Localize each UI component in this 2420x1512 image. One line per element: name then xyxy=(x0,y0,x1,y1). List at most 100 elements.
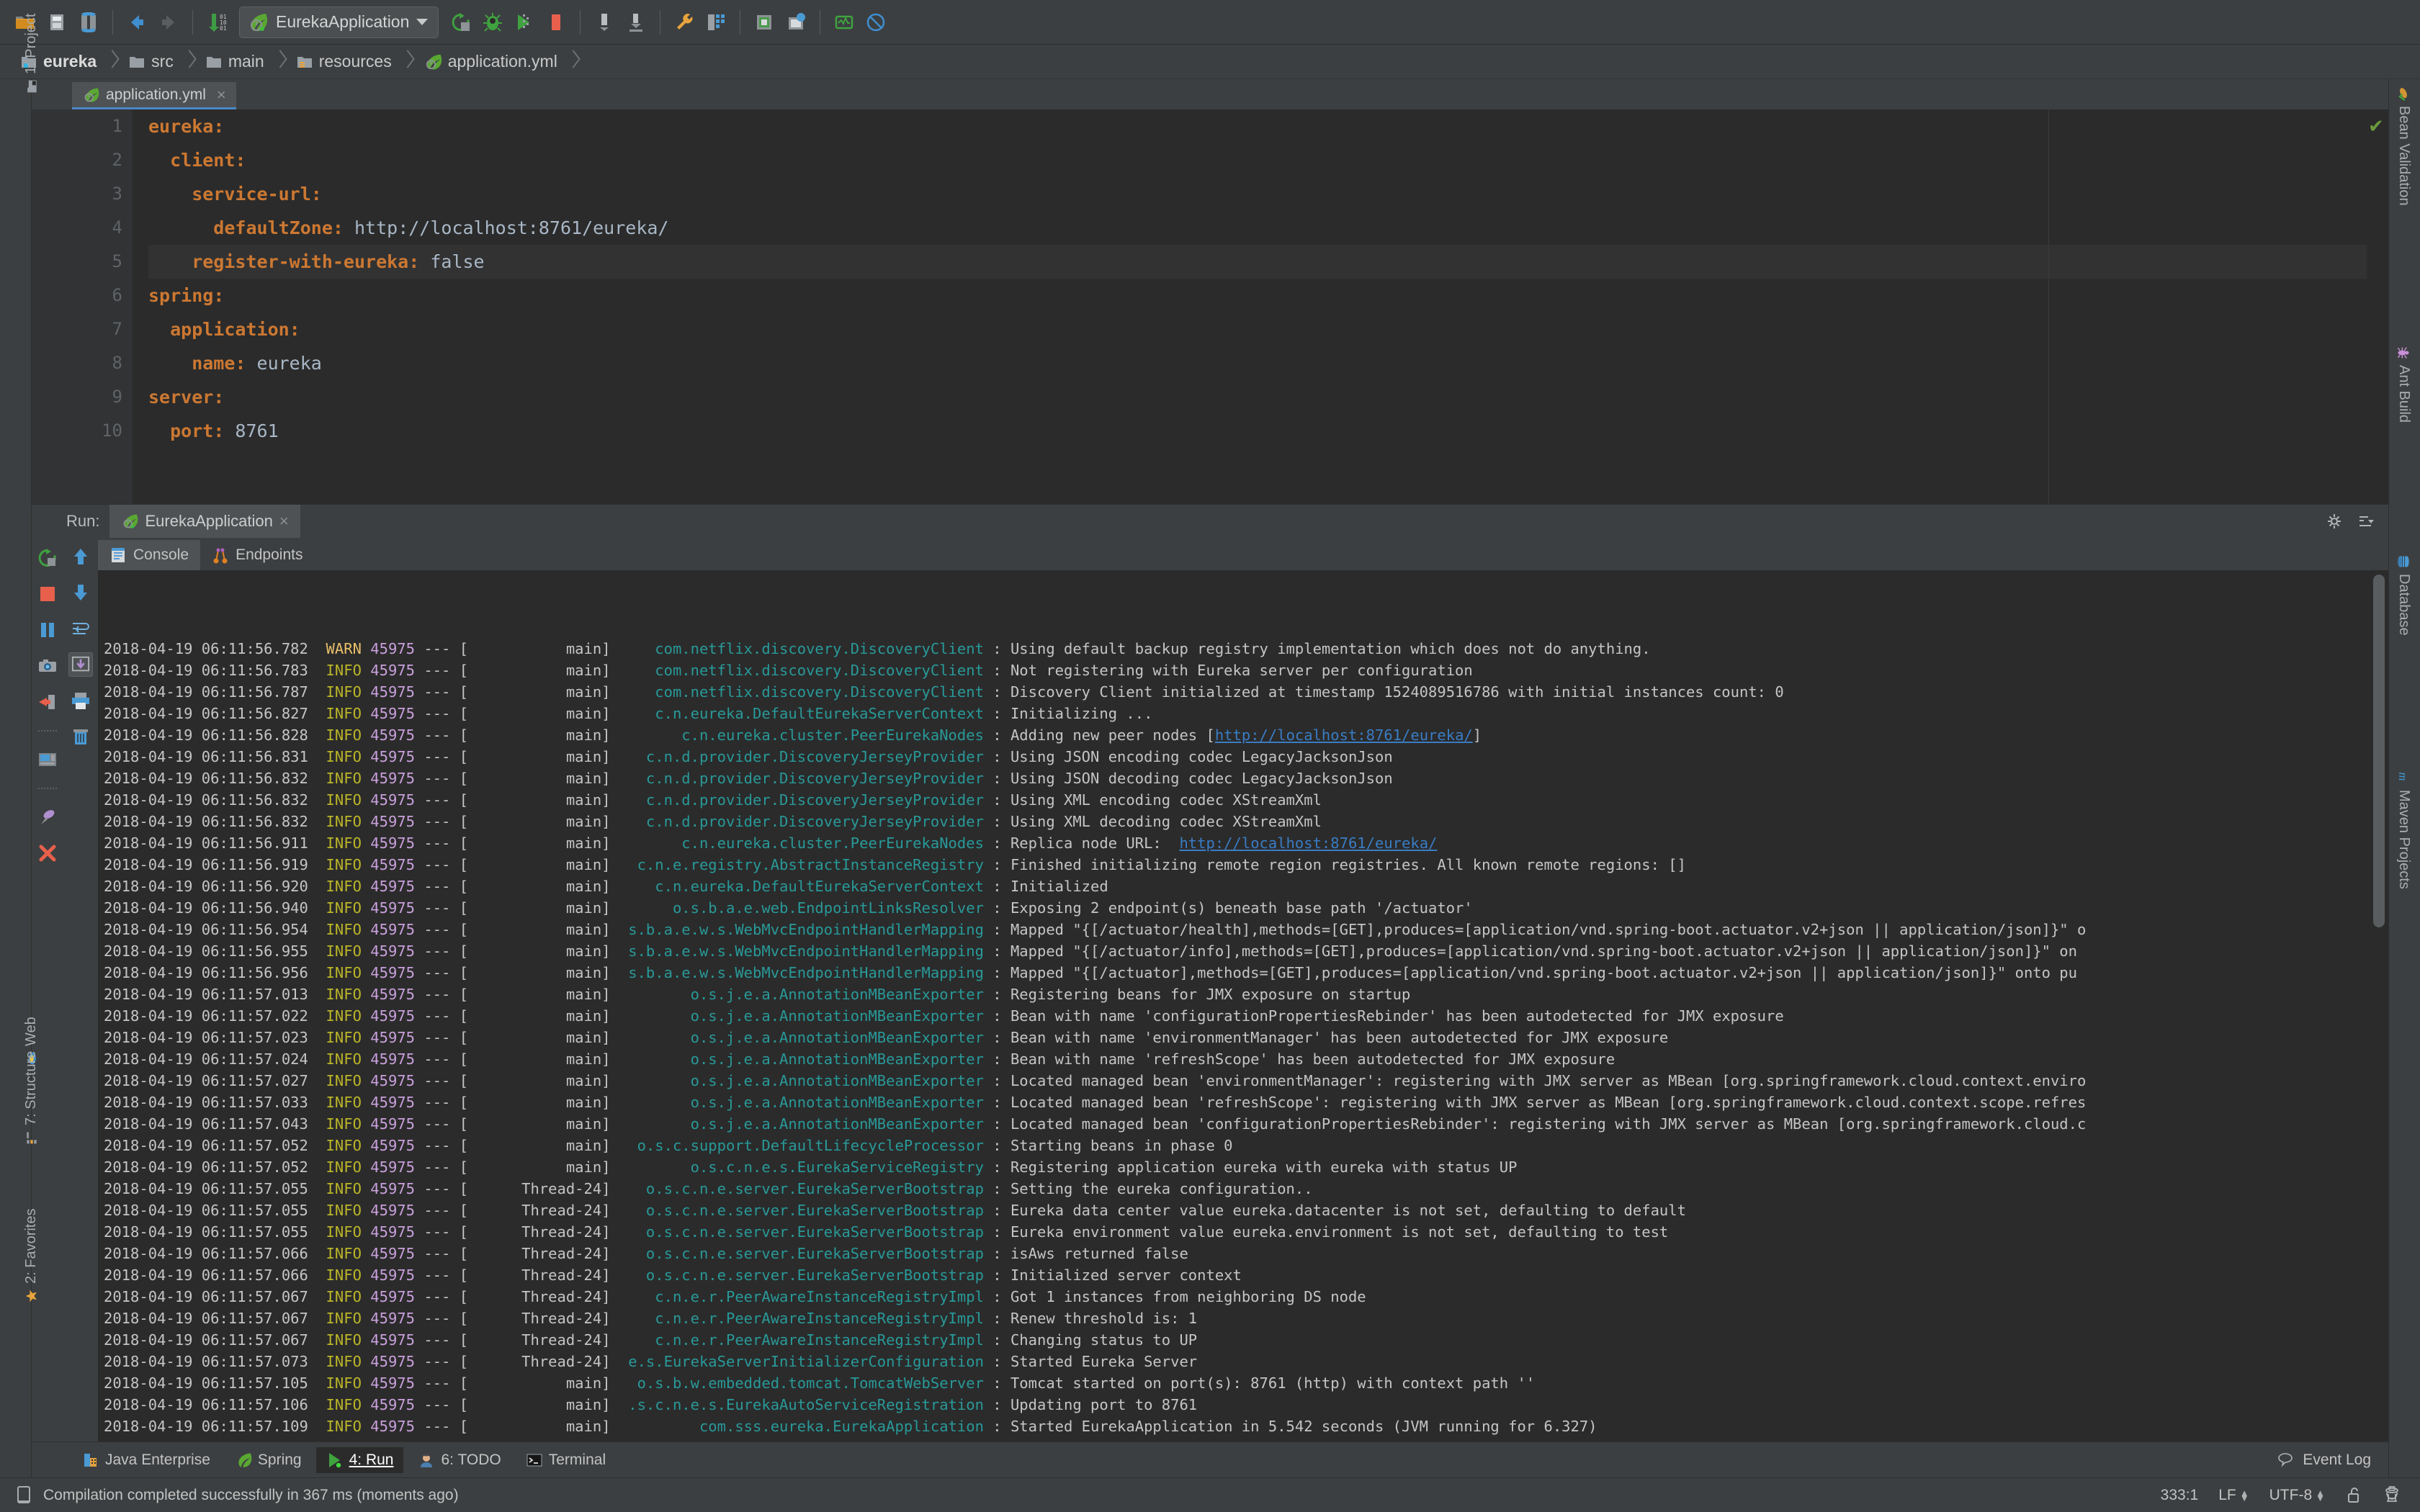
editor-gutter[interactable]: 12345678910 xyxy=(32,109,133,504)
disable-icon[interactable] xyxy=(861,7,891,37)
console-log-line: 2018-04-19 06:11:57.819 INFO 45975 --- [… xyxy=(104,1437,2388,1441)
close-x-icon[interactable] xyxy=(35,841,60,865)
caret-position[interactable]: 333:1 xyxy=(2161,1487,2199,1504)
settings-gear-icon[interactable] xyxy=(2326,513,2344,530)
settings-wrench-icon[interactable] xyxy=(669,7,699,37)
tool-window-terminal[interactable]: Terminal xyxy=(516,1447,616,1473)
log-separator: --- [ xyxy=(415,942,468,960)
profile-icon[interactable] xyxy=(589,7,619,37)
line-separator-selector[interactable]: LF ▲▼ xyxy=(2218,1487,2249,1504)
log-logger: c.n.d.provider.DiscoveryJerseyProvider xyxy=(611,813,984,830)
code-line[interactable]: server: xyxy=(148,380,2367,414)
code-line[interactable]: port: 8761 xyxy=(148,414,2367,448)
chevron-down-icon[interactable] xyxy=(416,19,428,25)
stop-icon[interactable] xyxy=(35,582,60,606)
scroll-to-end-icon[interactable] xyxy=(68,652,93,677)
event-log-button[interactable]: Event Log xyxy=(2277,1451,2388,1470)
console-output[interactable]: 2018-04-19 06:11:56.782 WARN 45975 --- [… xyxy=(98,570,2388,1441)
clear-all-icon[interactable] xyxy=(68,724,93,749)
exit-icon[interactable] xyxy=(35,690,60,714)
sidebar-item-bean-validation[interactable]: Bean Validation xyxy=(2396,86,2412,206)
breadcrumb-item-main[interactable]: main xyxy=(198,45,289,79)
log-message-sep: : Initialized server context xyxy=(984,1266,1242,1284)
structure-icon[interactable] xyxy=(701,7,731,37)
code-line[interactable]: application: xyxy=(148,312,2367,346)
encoding-selector[interactable]: UTF-8 ▲▼ xyxy=(2269,1487,2325,1504)
minimize-icon[interactable] xyxy=(2357,513,2374,530)
breadcrumb-item-application-yml[interactable]: application.yml xyxy=(416,45,582,79)
pause-icon[interactable] xyxy=(35,618,60,642)
rerun-icon[interactable] xyxy=(35,546,60,570)
chevron-right-icon xyxy=(402,45,413,79)
log-pid: 45975 xyxy=(362,1396,415,1413)
check-ok-icon[interactable]: ✔ xyxy=(2368,115,2384,138)
save-all-icon[interactable] xyxy=(42,7,72,37)
run-configuration-selector[interactable]: EurekaApplication xyxy=(239,6,439,38)
log-thread: main] xyxy=(468,986,610,1003)
scroll-down-icon[interactable] xyxy=(68,580,93,605)
close-icon[interactable]: × xyxy=(217,86,226,104)
redeploy-icon[interactable] xyxy=(781,7,811,37)
sidebar-item-maven-projects[interactable]: m Maven Projects xyxy=(2396,770,2412,889)
tab-console[interactable]: Console xyxy=(98,540,200,570)
forward-icon[interactable] xyxy=(153,7,184,37)
tool-window-todo[interactable]: 6: TODO xyxy=(408,1447,511,1473)
run-tab-eureka-application[interactable]: EurekaApplication × xyxy=(109,505,300,538)
monitor-icon[interactable] xyxy=(829,7,859,37)
editor-scrollbar[interactable]: ✔ xyxy=(2367,109,2388,504)
log-separator: --- [ xyxy=(415,640,468,657)
log-link[interactable]: http://localhost:8761/eureka/ xyxy=(1215,726,1473,744)
code-line[interactable]: defaultZone: http://localhost:8761/eurek… xyxy=(148,211,2367,245)
sidebar-item-favorites[interactable]: 2: Favorites xyxy=(23,1209,40,1303)
code-line[interactable]: eureka: xyxy=(148,109,2367,143)
unlocked-icon[interactable] xyxy=(2345,1486,2362,1505)
code-line[interactable]: spring: xyxy=(148,279,2367,312)
tool-window-label: Java Enterprise xyxy=(105,1452,210,1469)
log-message-sep: : Got 1 instances from neighboring DS no… xyxy=(984,1288,1366,1305)
sidebar-item-structure[interactable]: 7: Structure xyxy=(23,1051,40,1145)
soft-wrap-icon[interactable] xyxy=(68,616,93,641)
stop-icon[interactable] xyxy=(541,7,571,37)
breadcrumb-item-src[interactable]: src xyxy=(121,45,198,79)
todo-icon xyxy=(418,1452,435,1469)
attach-icon[interactable] xyxy=(621,7,651,37)
console-scrollbar[interactable] xyxy=(2370,570,2388,1441)
rerun-icon[interactable] xyxy=(446,7,476,37)
tool-window-java-enterprise[interactable]: Java Enterprise xyxy=(72,1447,220,1473)
editor-code[interactable]: eureka: client: service-url: defaultZone… xyxy=(133,109,2367,504)
debug-icon[interactable] xyxy=(478,7,508,37)
log-link[interactable]: http://localhost:8761/eureka/ xyxy=(1179,834,1437,852)
tool-window-run[interactable]: 4: Run xyxy=(316,1447,404,1473)
tab-endpoints[interactable]: Endpoints xyxy=(200,540,314,570)
editor-tab-application-yml[interactable]: application.yml × xyxy=(72,82,236,109)
print-icon[interactable] xyxy=(68,688,93,713)
sidebar-item-ant-build[interactable]: Ant Build xyxy=(2396,346,2412,423)
editor-area[interactable]: 12345678910 eureka: client: service-url:… xyxy=(32,109,2388,504)
layout-icon[interactable] xyxy=(35,747,60,772)
tool-window-spring[interactable]: Spring xyxy=(225,1447,312,1473)
scrollbar-thumb[interactable] xyxy=(2373,575,2385,927)
log-logger: c.n.e.r.PeerAwareInstanceRegistryImpl xyxy=(611,1331,984,1349)
log-message-sep: : Registering application eureka with eu… xyxy=(984,1158,1518,1176)
sidebar-item-database[interactable]: Database xyxy=(2396,554,2412,636)
code-line[interactable]: name: eureka xyxy=(148,346,2367,380)
dump-threads-icon[interactable] xyxy=(35,654,60,678)
log-pid: 45975 xyxy=(362,878,415,895)
breadcrumb-item-resources[interactable]: resources xyxy=(289,45,416,79)
run-coverage-icon[interactable] xyxy=(509,7,539,37)
code-line[interactable]: client: xyxy=(148,143,2367,177)
pin-icon[interactable] xyxy=(35,805,60,829)
scroll-up-icon[interactable] xyxy=(68,544,93,569)
update-app-icon[interactable] xyxy=(749,7,779,37)
line-number: 8 xyxy=(32,346,133,380)
back-icon[interactable] xyxy=(122,7,152,37)
compile-icon[interactable]: 011001 xyxy=(202,7,232,37)
hector-icon[interactable] xyxy=(2383,1485,2401,1506)
sync-icon[interactable] xyxy=(73,7,104,37)
code-line[interactable]: register-with-eureka: false xyxy=(148,245,2367,279)
log-separator: --- [ xyxy=(415,856,468,873)
sidebar-item-project[interactable]: 1: Project xyxy=(23,14,40,94)
code-line[interactable]: service-url: xyxy=(148,177,2367,211)
close-icon[interactable]: × xyxy=(279,512,289,531)
memory-indicator-icon[interactable] xyxy=(14,1485,33,1506)
